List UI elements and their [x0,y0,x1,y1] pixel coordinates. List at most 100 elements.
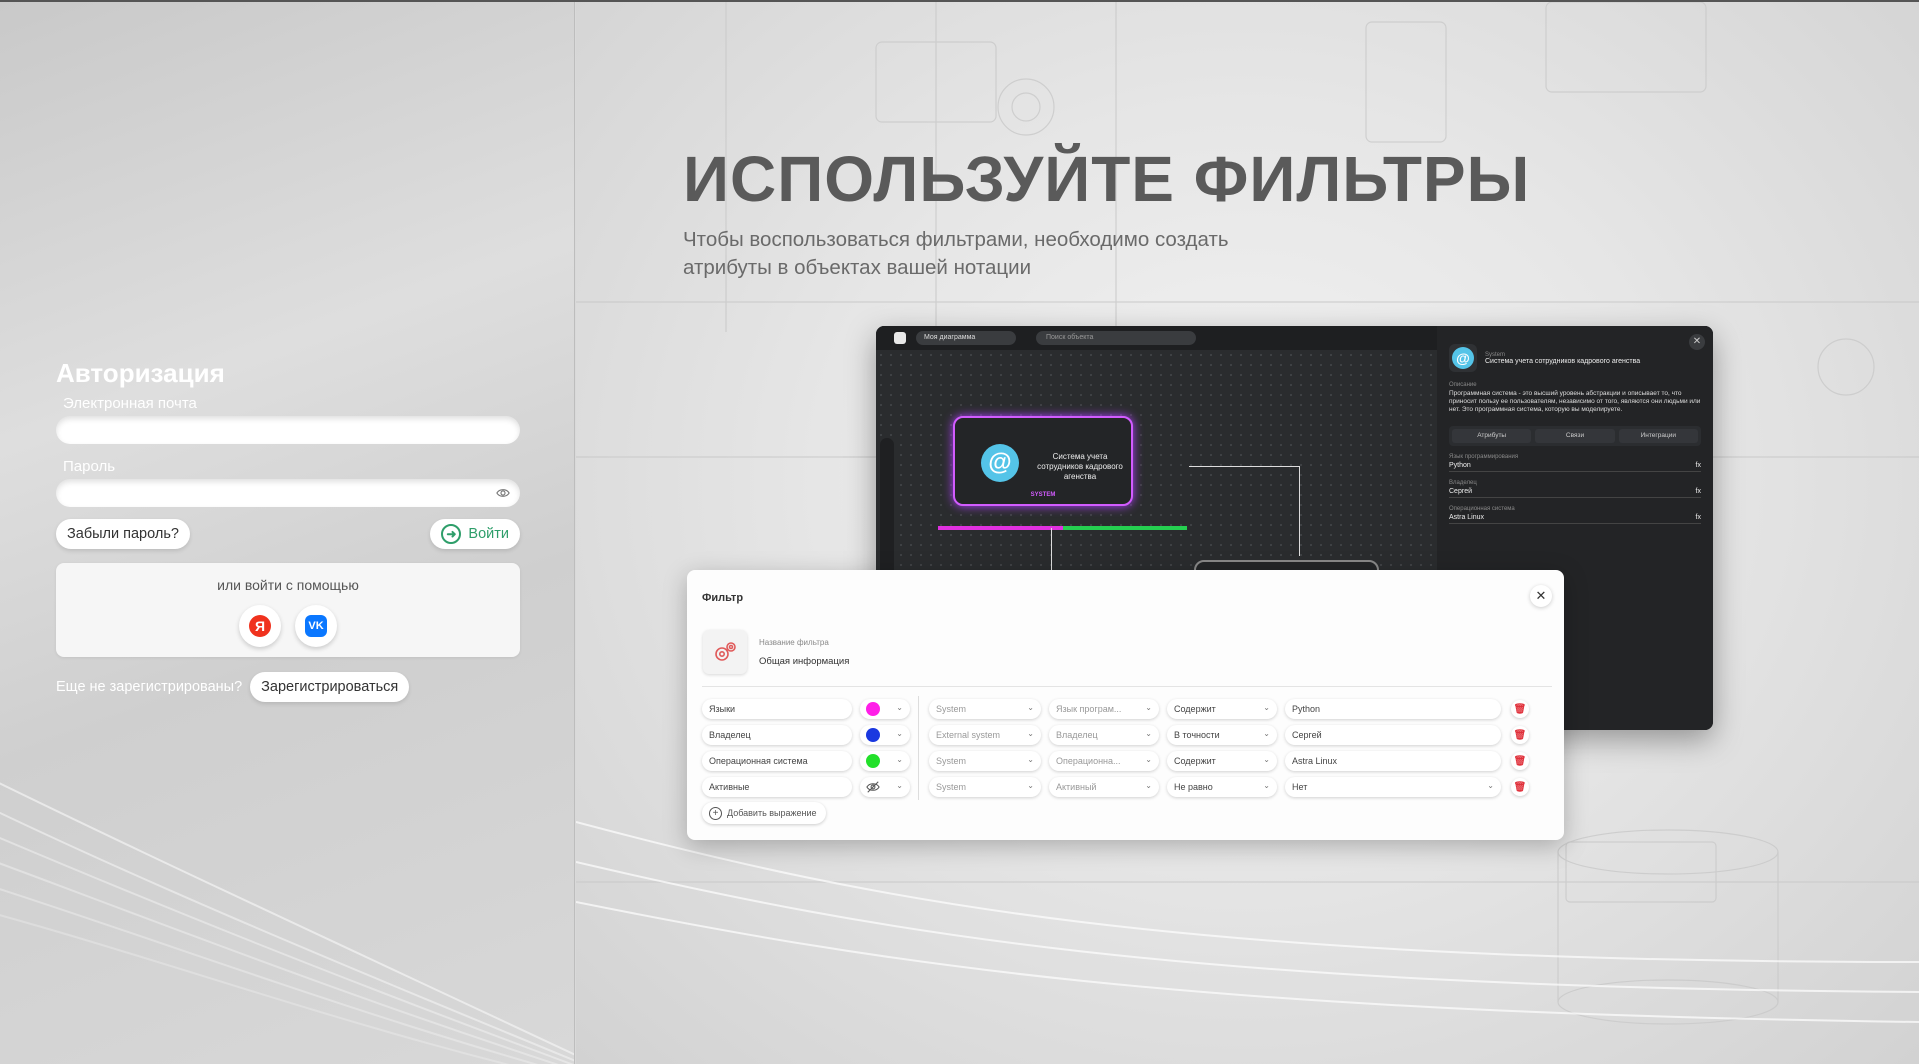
attribute-select: Язык програм... ⌄ [1049,699,1159,719]
promo-panel: ИСПОЛЬЗУЙТЕ ФИЛЬТРЫ Чтобы воспользоватьс… [576,2,1919,1064]
plus-circle-icon: + [709,806,722,820]
object-search: Поиск объекта [1036,331,1196,345]
connector-line [1189,466,1299,467]
chevron-down-icon: ⌄ [896,781,903,790]
value-field: Сергей [1285,725,1501,745]
color-select: ⌄ [860,699,910,719]
chevron-down-icon: ⌄ [1027,781,1034,790]
email-field[interactable] [56,416,520,444]
filter-bar-magenta [938,526,1063,530]
filter-row: Операционная система ⌄ System ⌄ Операцион… [702,748,1529,774]
forgot-password-button[interactable]: Забыли пароль? [56,519,190,549]
property-field: Операционная система Astra Linux fx [1449,506,1701,524]
properties-title: Система учета сотрудников кадрового аген… [1485,357,1641,365]
chevron-down-icon: ⌄ [896,755,903,764]
value-field: Astra Linux [1285,751,1501,771]
yandex-login-button[interactable]: Я [239,605,281,647]
auth-title: Авторизация [56,358,225,388]
decorative-wave [0,782,574,1064]
chevron-down-icon: ⌄ [1027,703,1034,712]
chevron-down-icon: ⌄ [1263,781,1270,790]
operator-select: В точности ⌄ [1167,725,1277,745]
attribute-select: Владелец ⌄ [1049,725,1159,745]
operator-select: Содержит ⌄ [1167,699,1277,719]
properties-header: @ System Система учета сотрудников кадро… [1449,344,1701,372]
password-field-wrap [56,479,520,507]
type-select: System ⌄ [929,777,1041,797]
filter-row: Владелец ⌄ External system ⌄ Владелец ⌄ В … [702,722,1529,748]
type-select: External system ⌄ [929,725,1041,745]
auth-panel: Авторизация Электронная почта Пароль Заб… [0,2,575,1064]
attribute-select: Активный ⌄ [1049,777,1159,797]
chevron-down-icon: ⌄ [1263,755,1270,764]
password-field[interactable] [56,479,520,507]
chevron-down-icon: ⌄ [1487,781,1494,790]
expression-name: Языки [702,699,852,719]
vk-icon: VK [305,615,327,637]
fx-icon: fx [1695,488,1701,495]
node-type: SYSTEM [1030,492,1056,498]
operator-select: Не равно ⌄ [1167,777,1277,797]
eye-off-icon [866,781,880,793]
filter-title: Фильтр [702,592,744,604]
tab-attributes: Атрибуты [1452,429,1532,443]
expression-name: Активные [702,777,852,797]
social-login-box: или войти с помощью Я VK [56,563,520,657]
password-label: Пароль [63,458,116,475]
chevron-down-icon: ⌄ [1145,781,1152,790]
trash-icon: 🗑 [1511,752,1529,770]
at-icon: @ [981,444,1019,482]
register-row: Еще не зарегистрированы? Зарегистрироват… [56,672,520,702]
filter-gear-icon [703,630,747,674]
login-button[interactable]: ➜ Войти [430,519,520,549]
chevron-down-icon: ⌄ [1145,703,1152,712]
add-expression-button: + Добавить выражение [702,802,826,824]
operator-select: Содержит ⌄ [1167,751,1277,771]
system-node: @ Система учета сотрудников кадрового аг… [953,416,1133,506]
description-text: Программная система - это высший уровень… [1449,390,1701,413]
color-select: ⌄ [860,777,910,797]
chevron-down-icon: ⌄ [1263,729,1270,738]
filter-name-value: Общая информация [759,656,850,667]
chevron-down-icon: ⌄ [1263,703,1270,712]
login-label: Войти [468,526,509,542]
expression-name: Владелец [702,725,852,745]
tab-links: Связи [1535,429,1615,443]
color-select: ⌄ [860,725,910,745]
value-select: Нет ⌄ [1285,777,1501,797]
diagram-dropdown: Моя диаграмма [916,331,1016,345]
tab-integrations: Интеграции [1618,429,1698,443]
node-title: Система учета сотрудников кадрового аген… [1037,452,1123,481]
close-icon: ✕ [1689,334,1705,350]
properties-tabs: Атрибуты Связи Интеграции [1449,426,1701,446]
filter-bar-green [1063,526,1187,530]
eye-icon[interactable] [496,486,510,500]
filter-name-label: Название фильтра [759,638,829,647]
register-button[interactable]: Зарегистрироваться [250,672,410,702]
expression-name: Операционная система [702,751,852,771]
vk-login-button[interactable]: VK [295,605,337,647]
property-field: Владелец Сергей fx [1449,480,1701,498]
yandex-icon: Я [249,615,271,637]
social-icons: Я VK [56,605,520,647]
property-field: Язык программирования Python fx [1449,454,1701,472]
filter-rows: Языки ⌄ System ⌄ Язык програм... ⌄ Содержи… [702,696,1529,800]
type-select: System ⌄ [929,751,1041,771]
trash-icon: 🗑 [1511,726,1529,744]
type-select: System ⌄ [929,699,1041,719]
add-expression-label: Добавить выражение [727,808,817,818]
promo-subtitle: Чтобы воспользоваться фильтрами, необход… [683,228,1229,279]
divider [702,686,1552,687]
chevron-down-icon: ⌄ [1027,729,1034,738]
email-field-wrap [56,416,520,444]
filter-modal: Фильтр ✕ Название фильтра Общая информац… [687,570,1564,840]
not-registered-text: Еще не зарегистрированы? [56,679,243,695]
filter-row: Языки ⌄ System ⌄ Язык програм... ⌄ Содержи… [702,696,1529,722]
chevron-down-icon: ⌄ [896,729,903,738]
app-logo [894,332,906,344]
arrow-right-circle-icon: ➜ [441,524,462,544]
auth-actions: Забыли пароль? ➜ Войти [56,519,520,549]
fx-icon: fx [1695,514,1701,521]
filter-row: Активные ⌄ System ⌄ Активный ⌄ Не равно ⌄ Н… [702,774,1529,800]
color-select: ⌄ [860,751,910,771]
